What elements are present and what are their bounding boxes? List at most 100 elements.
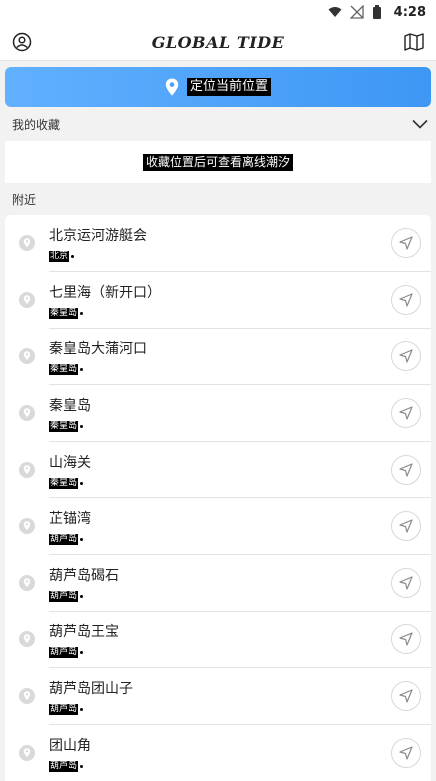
map-icon	[404, 33, 424, 51]
region-dot	[80, 481, 84, 485]
item-name: 秦皇岛	[49, 398, 91, 415]
region-tag: 秦皇岛	[49, 307, 79, 319]
item-region: 葫芦岛	[49, 647, 431, 659]
app-header: GLOBAL TIDE	[0, 24, 436, 61]
profile-button[interactable]	[10, 30, 34, 54]
region-tag: 葫芦岛	[49, 590, 79, 602]
location-pin-icon	[5, 405, 49, 422]
item-region: 秦皇岛	[49, 477, 431, 489]
list-item[interactable]: 葫芦岛团山子 葫芦岛	[5, 668, 431, 725]
list-item[interactable]: 秦皇岛 秦皇岛	[5, 385, 431, 442]
location-pin-icon	[5, 688, 49, 705]
list-item[interactable]: 七里海（新开口） 秦皇岛	[5, 272, 431, 329]
navigation-arrow-icon	[399, 576, 413, 590]
region-tag: 葫芦岛	[49, 761, 79, 773]
region-tag: 葫芦岛	[49, 704, 79, 716]
region-dot	[80, 368, 84, 372]
region-tag: 葫芦岛	[49, 647, 79, 659]
region-dot	[80, 651, 84, 655]
item-region: 北京	[49, 251, 431, 263]
region-dot	[80, 708, 84, 712]
navigation-arrow-icon	[399, 236, 413, 250]
item-region: 葫芦岛	[49, 704, 431, 716]
location-pin-icon	[5, 461, 49, 478]
item-name: 芷锚湾	[49, 511, 91, 528]
location-pin-icon	[5, 518, 49, 535]
navigation-arrow-icon	[399, 293, 413, 307]
item-region: 葫芦岛	[49, 590, 431, 602]
user-icon	[12, 32, 32, 52]
navigation-arrow-icon	[399, 349, 413, 364]
region-dot	[80, 594, 84, 598]
list-item[interactable]: 山海关 秦皇岛	[5, 441, 431, 499]
location-pin-icon	[5, 574, 49, 591]
item-region: 秦皇岛	[49, 364, 431, 376]
location-pin-icon	[5, 744, 49, 761]
region-dot	[80, 425, 84, 429]
list-item[interactable]: 葫芦岛碣石 葫芦岛	[5, 555, 431, 612]
item-region: 葫芦岛	[49, 534, 431, 546]
navigate-button[interactable]	[391, 284, 421, 315]
item-region: 秦皇岛	[49, 307, 431, 319]
location-pin-icon	[5, 348, 49, 365]
item-region: 秦皇岛	[49, 421, 431, 433]
item-name: 秦皇岛大蒲河口	[49, 341, 147, 358]
region-tag: 秦皇岛	[49, 364, 79, 376]
region-dot	[71, 255, 75, 259]
item-region: 葫芦岛	[49, 761, 431, 773]
status-bar: 4:28	[0, 0, 436, 24]
location-pin-icon	[5, 235, 49, 252]
locate-current-button[interactable]: 定位当前位置	[5, 67, 431, 107]
navigate-button[interactable]	[391, 624, 421, 655]
nearby-list: 北京运河游艇会 北京 七里海（新开口） 秦皇岛 秦皇岛大蒲河口 秦皇岛 秦皇岛 …	[5, 215, 431, 781]
region-dot	[80, 311, 84, 315]
list-item[interactable]: 北京运河游艇会 北京	[5, 215, 431, 273]
location-pin-icon	[5, 291, 49, 308]
navigate-button[interactable]	[391, 454, 421, 485]
item-name: 山海关	[49, 454, 91, 471]
region-dot	[80, 538, 84, 542]
favorites-title: 我的收藏	[12, 117, 61, 132]
location-pin-icon	[165, 78, 179, 96]
navigation-arrow-icon	[399, 746, 413, 760]
locate-current-label: 定位当前位置	[186, 78, 271, 96]
region-tag: 葫芦岛	[49, 534, 79, 546]
navigation-arrow-icon	[399, 632, 413, 647]
navigate-button[interactable]	[391, 681, 421, 712]
favorites-empty-box: 收藏位置后可查看离线潮汐	[5, 141, 431, 183]
battery-icon	[372, 5, 386, 19]
location-pin-icon	[5, 631, 49, 648]
no-signal-icon	[349, 4, 364, 19]
status-time: 4:28	[393, 4, 426, 20]
item-name: 团山角	[49, 738, 91, 755]
item-name: 葫芦岛王宝	[49, 624, 119, 641]
navigate-button[interactable]	[391, 567, 421, 598]
chevron-down-icon[interactable]	[412, 119, 428, 129]
navigation-arrow-icon	[399, 689, 413, 703]
favorites-empty-text: 收藏位置后可查看离线潮汐	[142, 153, 293, 171]
navigation-arrow-icon	[399, 463, 413, 477]
region-tag: 秦皇岛	[49, 477, 79, 489]
list-item[interactable]: 芷锚湾 葫芦岛	[5, 498, 431, 556]
navigate-button[interactable]	[391, 737, 421, 768]
nearby-header: 附近	[0, 183, 436, 215]
favorites-header[interactable]: 我的收藏	[0, 107, 436, 141]
navigation-arrow-icon	[399, 519, 413, 533]
item-name: 北京运河游艇会	[49, 228, 147, 245]
navigation-arrow-icon	[399, 406, 413, 420]
wifi-icon	[328, 5, 342, 19]
list-item[interactable]: 葫芦岛王宝 葫芦岛	[5, 611, 431, 669]
nearby-title: 附近	[12, 192, 37, 207]
list-item[interactable]: 秦皇岛大蒲河口 秦皇岛	[5, 328, 431, 386]
region-dot	[80, 765, 84, 769]
app-title: GLOBAL TIDE	[151, 32, 285, 52]
navigate-button[interactable]	[391, 511, 421, 542]
item-name: 七里海（新开口）	[49, 284, 161, 301]
navigate-button[interactable]	[391, 341, 421, 372]
navigate-button[interactable]	[391, 228, 421, 259]
item-name: 葫芦岛碣石	[49, 567, 119, 584]
navigate-button[interactable]	[391, 398, 421, 429]
map-button[interactable]	[402, 30, 426, 54]
region-tag: 北京	[49, 251, 70, 263]
list-item[interactable]: 团山角 葫芦岛	[5, 724, 431, 781]
